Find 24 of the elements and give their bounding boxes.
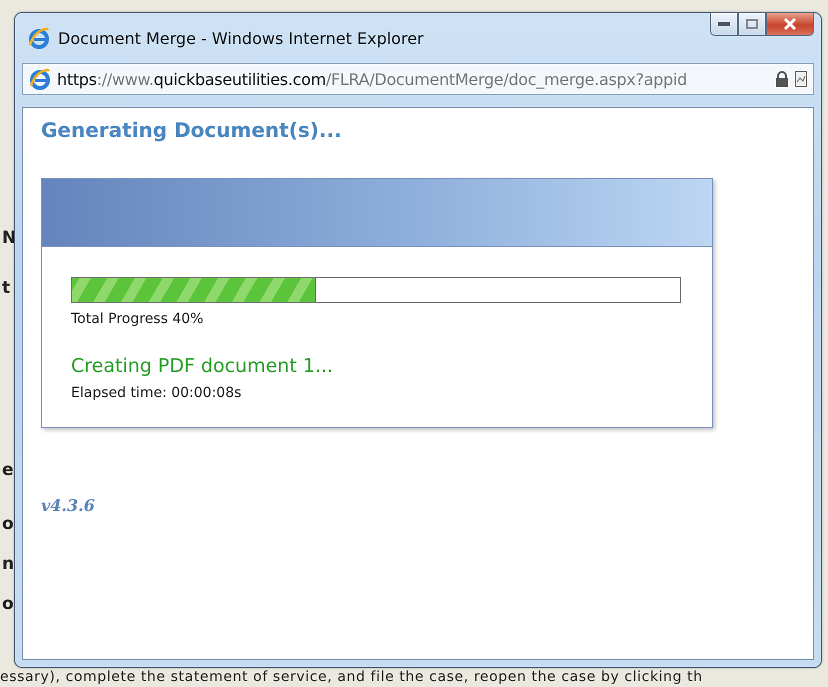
- url-text: https://www.quickbaseutilities.com/FLRA/DocumentMerge/doc_merge.aspx?appid: [57, 70, 688, 88]
- report-icon: [795, 71, 807, 87]
- page-text: o: [2, 513, 15, 536]
- address-bar[interactable]: https://www.quickbaseutilities.com/FLRA/DocumentMerge/doc_merge.aspx?appid: [22, 63, 814, 95]
- page-text: t: [2, 277, 12, 300]
- window-title: Document Merge - Windows Internet Explorer: [58, 28, 425, 48]
- maximize-button[interactable]: [738, 12, 766, 36]
- page-icon: [29, 68, 51, 90]
- elapsed-time: Elapsed time: 00:00:08s: [71, 385, 242, 401]
- close-button[interactable]: [766, 12, 814, 36]
- minimize-button[interactable]: [710, 12, 738, 36]
- version-label: v4.3.6: [41, 496, 96, 515]
- page-text: n: [2, 553, 16, 576]
- maximize-icon: [746, 19, 758, 29]
- page-text: essary), complete the statement of service, and file the case, reopen the case by clicking th: [0, 669, 703, 685]
- page-text: o: [2, 593, 15, 616]
- lock-icon: [775, 71, 789, 87]
- progress-label: Total Progress 40%: [71, 311, 204, 327]
- page-heading: Generating Document(s)...: [41, 118, 343, 142]
- browser-icon: [28, 27, 50, 49]
- page-text: e: [2, 459, 15, 482]
- minimize-icon: [718, 22, 730, 26]
- close-icon: [783, 18, 797, 30]
- status-message: Creating PDF document 1...: [71, 355, 334, 377]
